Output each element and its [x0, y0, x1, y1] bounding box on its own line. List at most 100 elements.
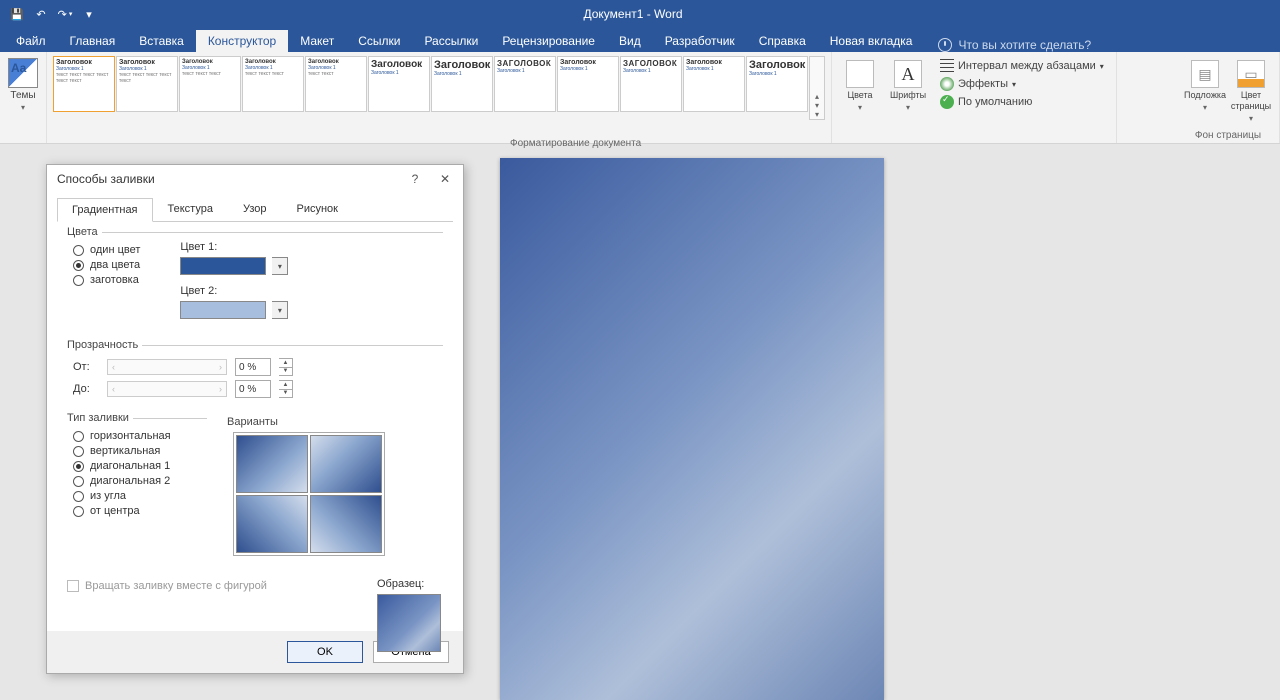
colors-button[interactable]: Цвета ▾ — [838, 56, 882, 112]
to-input[interactable]: 0 % — [235, 380, 271, 398]
chevron-down-icon: ▾ — [858, 103, 862, 112]
tab-view[interactable]: Вид — [607, 30, 653, 52]
redo-button[interactable]: ↷▾ — [54, 3, 76, 25]
chevron-down-icon: ▾ — [21, 103, 25, 112]
tab-custom[interactable]: Новая вкладка — [818, 30, 925, 52]
fonts-button[interactable]: A Шрифты ▾ — [886, 56, 930, 112]
radio-two-colors[interactable]: два цвета — [73, 259, 140, 271]
to-slider[interactable]: ‹› — [107, 381, 227, 397]
rotate-label: Вращать заливку вместе с фигурой — [85, 580, 267, 592]
paragraph-spacing-button[interactable]: Интервал между абзацами ▾ — [938, 58, 1106, 74]
colors-fieldset: Цвета один цвет два цвета заготовка Цвет… — [67, 232, 443, 339]
color2-swatch[interactable] — [180, 301, 266, 319]
tab-references[interactable]: Ссылки — [346, 30, 412, 52]
effects-button[interactable]: Эффекты ▾ — [938, 76, 1106, 92]
close-button[interactable]: ✕ — [431, 167, 459, 191]
variant-3[interactable] — [236, 495, 308, 553]
themes-button[interactable]: Aa Темы ▾ — [4, 54, 42, 112]
doc-options: Интервал между абзацами ▾ Эффекты ▾ По у… — [934, 56, 1110, 112]
save-button[interactable]: 💾 — [6, 3, 28, 25]
style-item[interactable]: ЗаголовокЗаголовок 1текст текст текст — [242, 56, 304, 112]
tab-home[interactable]: Главная — [58, 30, 128, 52]
tab-gradient[interactable]: Градиентная — [57, 198, 153, 222]
color2-dropdown[interactable]: ▾ — [272, 301, 288, 319]
chevron-down-icon: ▾ — [1203, 103, 1207, 112]
docformat-group-label: Форматирование документа — [510, 138, 641, 149]
style-item[interactable]: ЗаголовокЗаголовок 1текст текст текст — [179, 56, 241, 112]
variant-1[interactable] — [236, 435, 308, 493]
radio-vertical[interactable]: вертикальная — [73, 445, 207, 457]
tab-mailings[interactable]: Рассылки — [412, 30, 490, 52]
variants-grid — [233, 432, 385, 556]
style-item[interactable]: ЗаголовокЗаголовок 1текст текст — [305, 56, 367, 112]
tab-developer[interactable]: Разработчик — [653, 30, 747, 52]
qat-customize[interactable]: ▾ — [78, 3, 100, 25]
docformat-group: ЗаголовокЗаголовок 1текст текст текст те… — [47, 52, 832, 143]
tab-texture[interactable]: Текстура — [153, 197, 228, 221]
page-color-button[interactable]: ▭ Цвет страницы ▾ — [1229, 56, 1273, 123]
spacing-icon — [940, 59, 954, 73]
color1-swatch[interactable] — [180, 257, 266, 275]
radio-icon — [73, 245, 84, 256]
style-item[interactable]: ЗаголовокЗаголовок 1 — [683, 56, 745, 112]
ok-button[interactable]: OK — [287, 641, 363, 663]
radio-diagonal1[interactable]: диагональная 1 — [73, 460, 207, 472]
radio-label: диагональная 1 — [90, 460, 170, 472]
set-default-button[interactable]: По умолчанию — [938, 94, 1106, 110]
style-item[interactable]: ЗаголовокЗаголовок 1 — [557, 56, 619, 112]
tab-review[interactable]: Рецензирование — [490, 30, 607, 52]
themes-label: Темы — [10, 90, 35, 101]
style-item[interactable]: ЗаголовокЗаголовок 1 — [431, 56, 493, 112]
radio-icon — [73, 446, 84, 457]
pagecolor-label: Цвет страницы — [1231, 90, 1271, 112]
style-item[interactable]: ЗаголовокЗаголовок 1текст текст текст те… — [53, 56, 115, 112]
radio-one-color[interactable]: один цвет — [73, 244, 140, 256]
tab-pattern[interactable]: Узор — [228, 197, 282, 221]
radio-label: один цвет — [90, 244, 140, 256]
radio-horizontal[interactable]: горизонтальная — [73, 430, 207, 442]
from-input[interactable]: 0 % — [235, 358, 271, 376]
variant-4[interactable] — [310, 495, 382, 553]
style-item[interactable]: ЗАГОЛОВОКЗаголовок 1 — [494, 56, 556, 112]
style-item[interactable]: ЗаголовокЗаголовок 1 — [746, 56, 808, 112]
tab-picture[interactable]: Рисунок — [282, 197, 354, 221]
shading-type-fieldset: Тип заливки горизонтальная вертикальная … — [67, 418, 207, 530]
from-spinner[interactable]: ▲▼ — [279, 358, 293, 376]
gallery-more-button[interactable]: ▴▾▾ — [809, 56, 825, 120]
tab-layout[interactable]: Макет — [288, 30, 346, 52]
tab-design[interactable]: Конструктор — [196, 30, 288, 52]
radio-diagonal2[interactable]: диагональная 2 — [73, 475, 207, 487]
themes-group: Aa Темы ▾ — [0, 52, 47, 143]
tab-insert[interactable]: Вставка — [127, 30, 196, 52]
radio-label: заготовка — [90, 274, 139, 286]
transparency-legend: Прозрачность — [67, 339, 142, 351]
custom-group: Цвета ▾ A Шрифты ▾ Интервал между абзаца… — [832, 52, 1117, 143]
check-icon — [940, 95, 954, 109]
bulb-icon — [938, 38, 952, 52]
to-spinner[interactable]: ▲▼ — [279, 380, 293, 398]
style-item[interactable]: ЗАГОЛОВОКЗаголовок 1 — [620, 56, 682, 112]
page-preview[interactable] — [500, 158, 884, 700]
watermark-button[interactable]: ▤ Подложка ▾ — [1183, 56, 1227, 123]
style-item[interactable]: ЗаголовокЗаголовок 1 — [368, 56, 430, 112]
from-slider[interactable]: ‹› — [107, 359, 227, 375]
style-item[interactable]: ЗаголовокЗаголовок 1текст текст текст те… — [116, 56, 178, 112]
color1-dropdown[interactable]: ▾ — [272, 257, 288, 275]
watermark-label: Подложка — [1184, 90, 1226, 101]
color1-label: Цвет 1: — [180, 241, 226, 253]
radio-center[interactable]: от центра — [73, 505, 207, 517]
help-button[interactable]: ? — [401, 167, 429, 191]
radio-label: из угла — [90, 490, 126, 502]
radio-preset[interactable]: заготовка — [73, 274, 140, 286]
tell-me-search[interactable]: Что вы хотите сделать? — [938, 38, 1091, 52]
sample-label: Образец: — [377, 578, 441, 590]
ribbon-tabs: Файл Главная Вставка Конструктор Макет С… — [0, 28, 1280, 52]
undo-button[interactable]: ↶ — [30, 3, 52, 25]
tab-file[interactable]: Файл — [4, 30, 58, 52]
tab-help[interactable]: Справка — [747, 30, 818, 52]
variant-2[interactable] — [310, 435, 382, 493]
pagecolor-icon: ▭ — [1237, 60, 1265, 88]
page-bg-label: Фон страницы — [1183, 128, 1273, 143]
radio-corner[interactable]: из угла — [73, 490, 207, 502]
radio-icon — [73, 275, 84, 286]
